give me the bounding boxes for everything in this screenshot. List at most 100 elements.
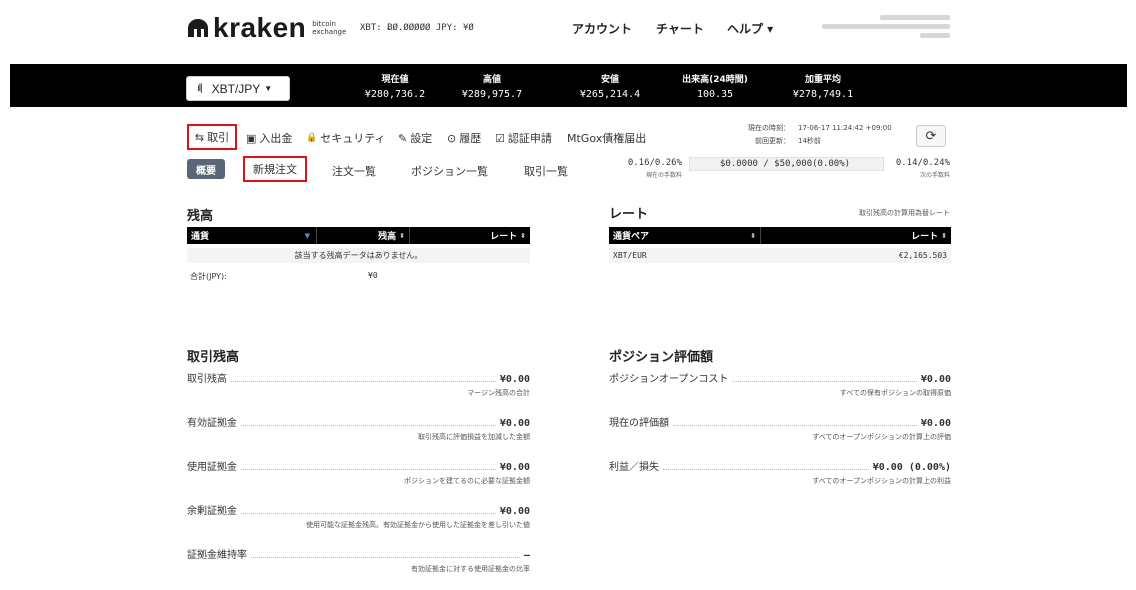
subnav-funding[interactable]: ▣ 入出金	[246, 130, 292, 146]
current-fee-label: 現在の手数料	[645, 172, 682, 179]
balance-total-label: 合計(JPY):	[190, 272, 227, 281]
rates-note: 取引残高の計算用為替レート	[859, 209, 950, 217]
subnav-trade[interactable]: ⇆ 取引	[187, 124, 237, 150]
stat-low: 安値 ¥265,214.4	[565, 72, 655, 100]
user-extra-blur	[920, 33, 950, 38]
kv-desc: すべてのオープンポジションの計算上の利益	[812, 477, 951, 485]
subnav-label: 履歴	[459, 132, 482, 145]
tab-trades[interactable]: 取引一覧	[524, 163, 568, 179]
stat-vwap: 加重平均 ¥278,749.1	[778, 72, 868, 100]
chart-bars-icon: ıl|	[197, 83, 203, 94]
kv-item: 取引残高 ¥0.00 マージン残高の合計	[187, 370, 530, 414]
kv-value: ¥0.00	[920, 374, 951, 385]
subnav-verification[interactable]: ☑ 認証申請	[495, 130, 552, 146]
kv-item: 有効証拠金 ¥0.00 取引残高に評価損益を加減した金額	[187, 414, 530, 458]
clock-icon: ⊙	[447, 131, 457, 145]
rates-table-header: 通貨ペア ⬍ レート ⬍	[609, 227, 951, 244]
kv-label: 有効証拠金	[187, 418, 237, 429]
refresh-button[interactable]: ⟳	[916, 125, 946, 147]
balance-title: 残高	[187, 209, 214, 224]
position-valuation-title: ポジション評価額	[609, 350, 714, 365]
kraken-logo[interactable]: kraken bitcoin exchange	[186, 14, 346, 42]
col-label: 残高	[378, 232, 397, 242]
stat-volume: 出来高(24時間) 100.35	[670, 72, 760, 100]
subnav-settings[interactable]: ✎ 設定	[398, 130, 432, 146]
fee-volume-progress: $0.0000 / $50,000(0.00%)	[689, 157, 884, 171]
updated-value: 14秒前	[798, 137, 821, 145]
stat-last: 現在値 ¥280,736.2	[350, 72, 440, 100]
col-pair[interactable]: 通貨ペア ⬍	[609, 227, 761, 244]
logo-sub-line2: exchange	[312, 28, 347, 36]
kv-value: ¥0.00	[920, 418, 951, 429]
kv-value: ¥0.00	[499, 374, 530, 385]
col-label: 通貨	[191, 232, 210, 242]
balance-empty-row: 該当する残高データはありません。	[187, 248, 530, 263]
kv-value: ¥0.00 (0.00%)	[872, 462, 951, 473]
balance-total-value: ¥0	[368, 271, 378, 280]
user-info-blurred[interactable]	[810, 14, 950, 41]
kv-desc: 取引残高に評価損益を加減した金額	[418, 433, 530, 441]
sort-icon: ⬍	[399, 231, 405, 240]
caret-down-icon: ▼	[264, 84, 273, 93]
subnav-label: 設定	[410, 132, 433, 145]
col-rate[interactable]: レート ⬍	[410, 227, 530, 244]
stat-value: ¥265,214.4	[579, 89, 641, 100]
col-currency[interactable]: 通貨 ▼	[187, 227, 317, 244]
tab-positions[interactable]: ポジション一覧	[411, 163, 488, 179]
server-time-info: 現在の時刻： 17-06-17 11:24:42 +09:00 前回更新： 14秒前	[726, 122, 892, 148]
kv-label: 証拠金維持率	[187, 550, 247, 561]
user-id-blur	[822, 24, 950, 29]
rate-value: €2,165.503	[898, 251, 947, 260]
subnav-history[interactable]: ⊙ 履歴	[447, 130, 481, 146]
next-fee-value: 0.14/0.24%	[895, 158, 950, 168]
logo-wordmark: kraken	[213, 12, 307, 43]
col-rate[interactable]: レート ⬍	[761, 227, 951, 244]
kv-value: —	[523, 550, 530, 561]
kv-desc: すべてのオープンポジションの計算上の評価	[812, 433, 951, 441]
kv-value: ¥0.00	[499, 418, 530, 429]
fee-progress-text: $0.0000 / $50,000(0.00%)	[720, 159, 851, 169]
kv-label: 余剰証拠金	[187, 506, 237, 517]
pair-label: XBT/JPY	[211, 81, 261, 96]
subnav-mtgox-claim[interactable]: MtGox債権届出	[567, 130, 646, 146]
position-valuation-list: ポジションオープンコスト ¥0.00 すべての保有ポジションの取得原価 現在の評価…	[609, 370, 951, 502]
stat-value: ¥278,749.1	[792, 89, 854, 100]
kv-desc: ポジションを建てるのに必要な証拠金額	[404, 477, 530, 485]
next-fee: 0.14/0.24% 次の手数料	[880, 158, 950, 179]
pair-selector-button[interactable]: ıl| XBT/JPY ▼	[186, 76, 290, 101]
refresh-icon: ⟳	[925, 128, 937, 144]
nav-chart[interactable]: チャート	[656, 20, 704, 37]
checkbox-icon: ☑	[495, 131, 505, 145]
stat-high: 高値 ¥289,975.7	[447, 72, 537, 100]
kv-desc: マージン残高の合計	[467, 389, 530, 397]
col-balance[interactable]: 残高 ⬍	[317, 227, 410, 244]
tab-overview[interactable]: 概要	[187, 159, 225, 179]
kv-desc: 有効証拠金に対する使用証拠金の比率	[411, 565, 530, 573]
rate-pair: XBT/EUR	[613, 251, 647, 260]
kv-item: 使用証拠金 ¥0.00 ポジションを建てるのに必要な証拠金額	[187, 458, 530, 502]
kv-item: 現在の評価額 ¥0.00 すべてのオープンポジションの計算上の評価	[609, 414, 951, 458]
nav-account[interactable]: アカウント	[572, 20, 632, 37]
tab-orders[interactable]: 注文一覧	[332, 163, 376, 179]
kv-value: ¥0.00	[499, 462, 530, 473]
stat-value: ¥280,736.2	[364, 89, 426, 100]
tab-new-order[interactable]: 新規注文	[243, 156, 307, 182]
account-balances: XBT: ɃØ.ØØØØØ JPY: ¥Ø	[360, 23, 474, 33]
subnav-security[interactable]: 🔒 セキュリティ	[306, 130, 386, 146]
kv-desc: すべての保有ポジションの取得原価	[839, 389, 951, 397]
subnav-label: セキュリティ	[320, 132, 386, 145]
logo-sub-line1: bitcoin	[312, 20, 336, 28]
kv-label: 取引残高	[187, 374, 227, 385]
current-fee: 0.16/0.26% 現在の手数料	[600, 158, 682, 179]
next-fee-label: 次の手数料	[919, 172, 950, 179]
current-fee-value: 0.16/0.26%	[627, 158, 682, 168]
kv-label: 使用証拠金	[187, 462, 237, 473]
sort-icon: ⬍	[520, 231, 526, 240]
balance-table-header: 通貨 ▼ 残高 ⬍ レート ⬍	[187, 227, 530, 244]
kv-item: 証拠金維持率 — 有効証拠金に対する使用証拠金の比率	[187, 546, 530, 590]
kv-item: 余剰証拠金 ¥0.00 使用可能な証拠金残高。有効証拠金から使用した証拠金を差し引…	[187, 502, 530, 546]
stat-label: 出来高(24時間)	[682, 75, 748, 85]
kv-item: 利益／損失 ¥0.00 (0.00%) すべてのオープンポジションの計算上の利益	[609, 458, 951, 502]
kv-desc: 使用可能な証拠金残高。有効証拠金から使用した証拠金を差し引いた値	[306, 521, 530, 529]
nav-help[interactable]: ヘルプ ▾	[727, 20, 773, 37]
